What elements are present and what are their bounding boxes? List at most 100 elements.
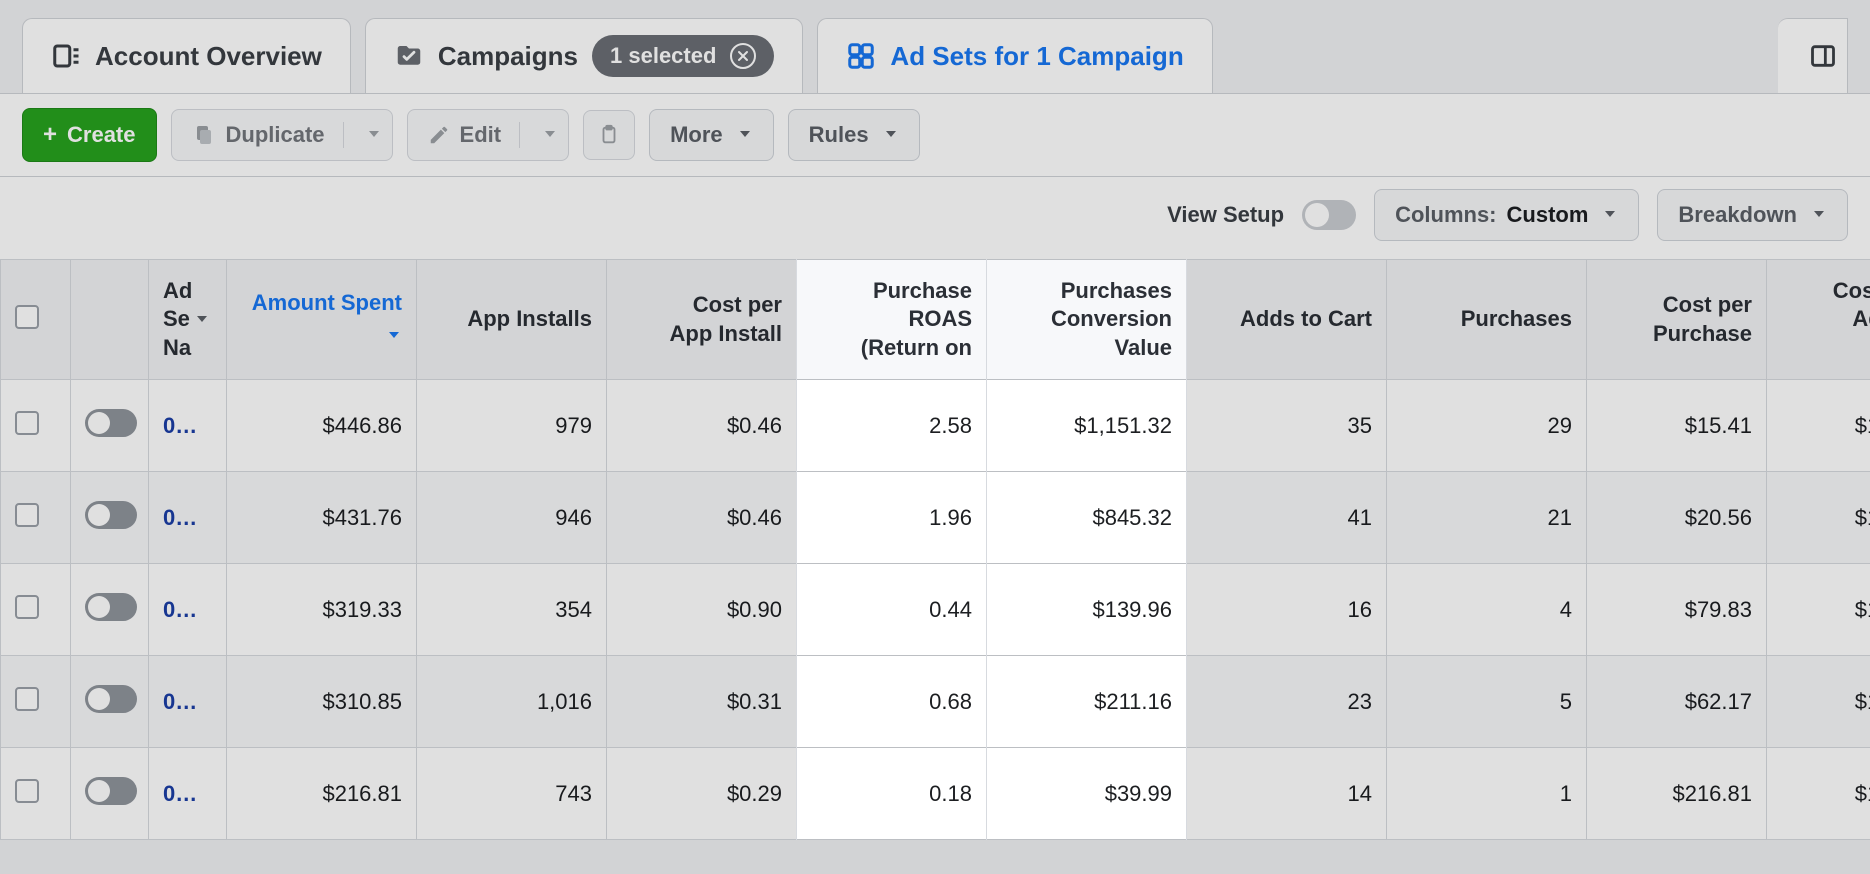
col-purchases[interactable]: Purchases — [1387, 260, 1587, 380]
row-status-toggle[interactable] — [85, 777, 137, 805]
cell-checkbox[interactable] — [1, 472, 71, 564]
cell-toggle[interactable] — [71, 656, 149, 748]
cell-checkbox[interactable] — [1, 656, 71, 748]
cell-amount-spent: $431.76 — [227, 472, 417, 564]
view-setup-label: View Setup — [1167, 202, 1284, 228]
cell-adds-to-cart: 23 — [1187, 656, 1387, 748]
cell-name[interactable]: 0… — [149, 748, 227, 840]
row-status-toggle[interactable] — [85, 593, 137, 621]
cell-toggle[interactable] — [71, 564, 149, 656]
chip-label: 1 selected — [610, 43, 716, 69]
columns-button[interactable]: Columns: Custom — [1374, 189, 1639, 241]
row-checkbox[interactable] — [15, 779, 39, 803]
create-button[interactable]: + Create — [22, 108, 157, 162]
cell-toggle[interactable] — [71, 472, 149, 564]
tab-label: Account Overview — [95, 41, 322, 72]
cell-purchase-roas: 0.44 — [797, 564, 987, 656]
cell-name[interactable]: 0… — [149, 656, 227, 748]
sort-desc-icon — [386, 323, 402, 349]
more-button[interactable]: More — [649, 109, 774, 161]
cell-app-installs: 743 — [417, 748, 607, 840]
chevron-down-icon[interactable] — [366, 122, 382, 148]
row-checkbox[interactable] — [15, 595, 39, 619]
cell-purchase-roas: 0.68 — [797, 656, 987, 748]
cell-checkbox[interactable] — [1, 564, 71, 656]
cell-adds-to-cart: 16 — [1187, 564, 1387, 656]
col-cost-per-install[interactable]: Cost perApp Install — [607, 260, 797, 380]
row-checkbox[interactable] — [15, 411, 39, 435]
breakdown-button[interactable]: Breakdown — [1657, 189, 1848, 241]
cell-adds-to-cart: 35 — [1187, 380, 1387, 472]
cell-purchases: 1 — [1387, 748, 1587, 840]
button-label: Rules — [809, 122, 869, 148]
cell-app-installs: 946 — [417, 472, 607, 564]
adset-name-link[interactable]: 0… — [163, 689, 197, 714]
col-purchase-roas[interactable]: PurchaseROAS(Return on — [797, 260, 987, 380]
chevron-down-icon[interactable] — [542, 122, 558, 148]
adsets-table-wrap: Ad Se Na Amount Spent App Installs Cost … — [0, 259, 1870, 840]
chevron-down-icon — [883, 122, 899, 148]
adset-name-link[interactable]: 0… — [163, 505, 197, 530]
cell-toggle[interactable] — [71, 748, 149, 840]
edit-button[interactable]: Edit — [407, 109, 570, 161]
row-status-toggle[interactable] — [85, 501, 137, 529]
tab-label: Ad Sets for 1 Campaign — [890, 41, 1183, 72]
tab-ad-sets[interactable]: Ad Sets for 1 Campaign — [817, 18, 1212, 93]
tab-ads-truncated[interactable] — [1778, 18, 1848, 93]
duplicate-button[interactable]: Duplicate — [171, 109, 393, 161]
row-checkbox[interactable] — [15, 687, 39, 711]
tab-account-overview[interactable]: Account Overview — [22, 18, 351, 93]
cell-checkbox[interactable] — [1, 748, 71, 840]
cell-checkbox[interactable] — [1, 380, 71, 472]
tab-label: Campaigns — [438, 41, 578, 72]
col-cost-per-add-to-cart[interactable]: Cost perAdd toCart — [1767, 260, 1870, 380]
row-status-toggle[interactable] — [85, 685, 137, 713]
pencil-icon — [428, 124, 450, 146]
cell-adds-to-cart: 14 — [1187, 748, 1387, 840]
selected-chip: 1 selected — [592, 35, 774, 77]
plus-icon: + — [43, 121, 57, 149]
rules-button[interactable]: Rules — [788, 109, 920, 161]
table-row: 0… $431.76 946 $0.46 1.96 $845.32 41 21 … — [1, 472, 1870, 564]
col-adds-to-cart[interactable]: Adds to Cart — [1187, 260, 1387, 380]
view-setup-toggle[interactable] — [1302, 200, 1356, 230]
cell-purchases: 21 — [1387, 472, 1587, 564]
row-status-toggle[interactable] — [85, 409, 137, 437]
col-purchases-conversion-value[interactable]: PurchasesConversionValue — [987, 260, 1187, 380]
cell-cost-per-add-to-cart: $10.53 — [1767, 472, 1870, 564]
col-toggle — [71, 260, 149, 380]
col-checkbox[interactable] — [1, 260, 71, 380]
cell-toggle[interactable] — [71, 380, 149, 472]
cell-cost-per-purchase: $62.17 — [1587, 656, 1767, 748]
adset-name-link[interactable]: 0… — [163, 597, 197, 622]
adset-name-link[interactable]: 0… — [163, 413, 197, 438]
toolbar: + Create Duplicate Edit More Rule — [0, 93, 1870, 177]
cell-cost-per-add-to-cart: $19.96 — [1767, 564, 1870, 656]
cell-purchases-conversion-value: $39.99 — [987, 748, 1187, 840]
col-amount-spent[interactable]: Amount Spent — [227, 260, 417, 380]
chevron-down-icon — [1602, 202, 1618, 228]
button-label: Create — [67, 122, 135, 148]
clipboard-icon — [598, 123, 620, 147]
cell-name[interactable]: 0… — [149, 380, 227, 472]
col-app-installs[interactable]: App Installs — [417, 260, 607, 380]
row-checkbox[interactable] — [15, 503, 39, 527]
tab-campaigns[interactable]: Campaigns 1 selected — [365, 18, 804, 93]
cell-app-installs: 354 — [417, 564, 607, 656]
adset-name-link[interactable]: 0… — [163, 781, 197, 806]
col-cost-per-purchase[interactable]: Cost perPurchase — [1587, 260, 1767, 380]
close-icon[interactable] — [730, 43, 756, 69]
columns-value: Custom — [1507, 202, 1589, 228]
table-row: 0… $319.33 354 $0.90 0.44 $139.96 16 4 $… — [1, 564, 1870, 656]
cell-cost-per-install: $0.29 — [607, 748, 797, 840]
button-label: Edit — [460, 122, 502, 148]
col-ad-set-name[interactable]: Ad Se Na — [149, 260, 227, 380]
clipboard-button[interactable] — [583, 110, 635, 160]
cell-name[interactable]: 0… — [149, 564, 227, 656]
cell-purchases-conversion-value: $211.16 — [987, 656, 1187, 748]
cell-name[interactable]: 0… — [149, 472, 227, 564]
checkbox-all[interactable] — [15, 305, 39, 329]
tabs-bar: Account Overview Campaigns 1 selected Ad… — [0, 0, 1870, 93]
dashboard-icon — [51, 41, 81, 71]
cell-cost-per-install: $0.46 — [607, 472, 797, 564]
